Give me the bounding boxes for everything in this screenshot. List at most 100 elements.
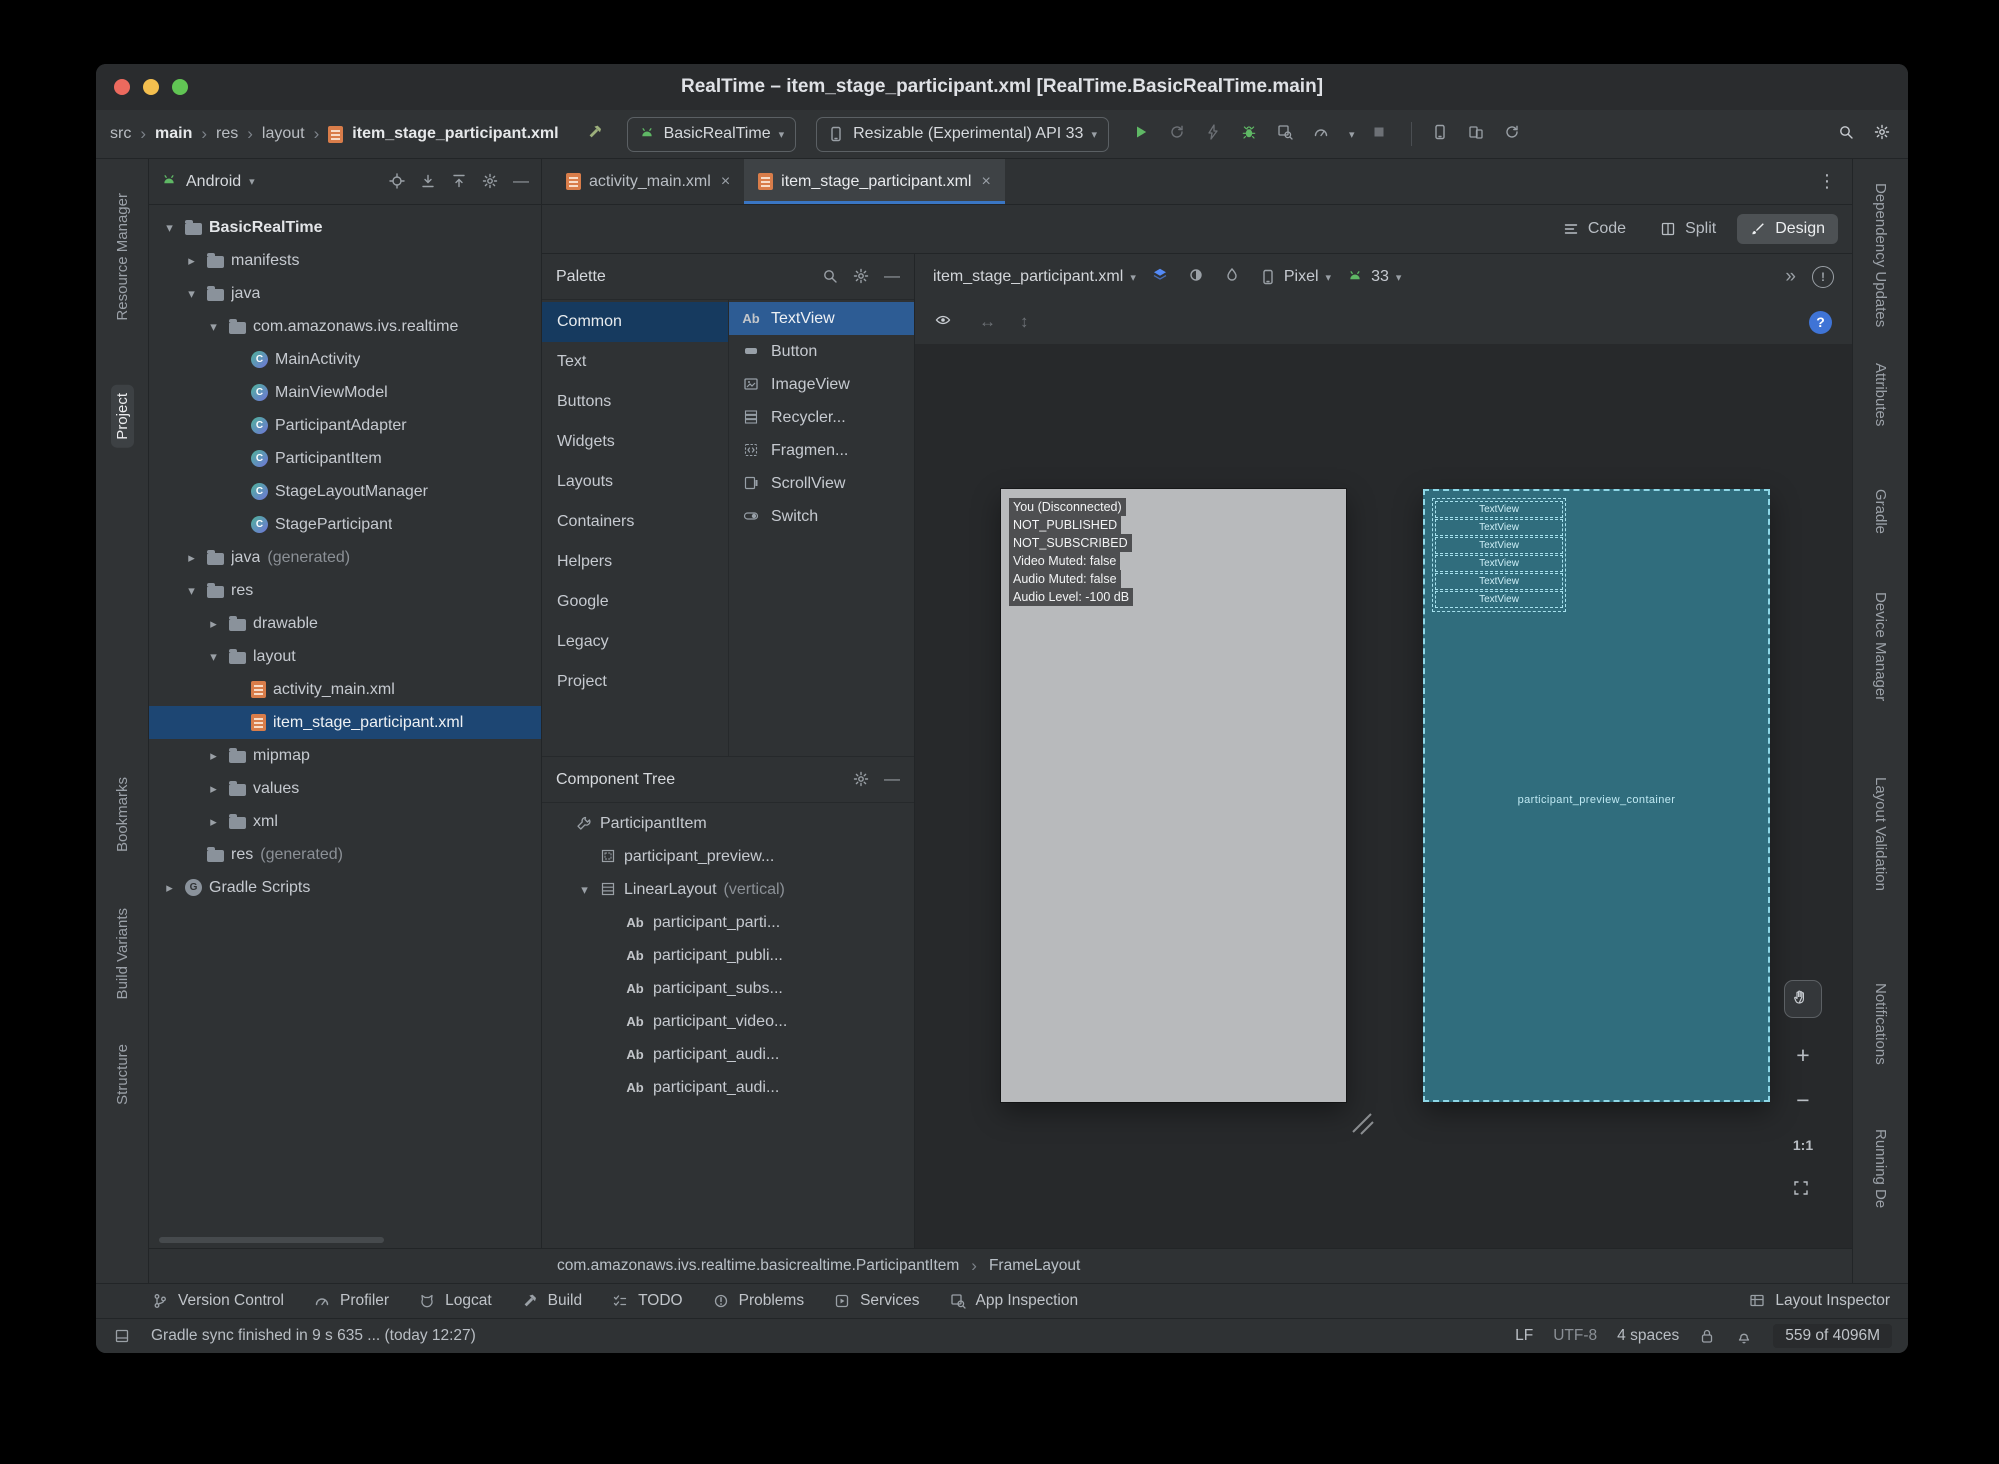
tree-item[interactable]: ▾ BasicRealTime xyxy=(149,211,541,244)
tree-item[interactable]: res (generated) xyxy=(149,838,541,871)
component-tree-item[interactable]: participant_video... xyxy=(542,1005,914,1038)
palette-category-layouts[interactable]: Layouts xyxy=(542,462,728,502)
run-configuration-dropdown[interactable]: BasicRealTime ▾ xyxy=(626,116,797,152)
palette-item-fragment[interactable]: Fragmen... xyxy=(729,434,914,467)
theme-icon[interactable] xyxy=(1224,267,1244,287)
toolwindow-todo[interactable]: TODO xyxy=(612,1292,683,1310)
close-window-button[interactable] xyxy=(114,79,130,95)
zoom-to-fit-button[interactable] xyxy=(1785,1172,1821,1208)
breadcrumb-layout[interactable]: layout xyxy=(262,125,305,143)
chevron-down-icon[interactable]: ▾ xyxy=(1349,128,1355,141)
sync-gradle-icon[interactable] xyxy=(1504,124,1524,144)
toolwindow-services[interactable]: Services xyxy=(834,1292,920,1310)
line-ending-indicator[interactable]: LF xyxy=(1515,1327,1533,1345)
palette-category-helpers[interactable]: Helpers xyxy=(542,542,728,582)
palette-category-common[interactable]: Common xyxy=(542,302,728,342)
toolwindow-problems[interactable]: Problems xyxy=(713,1292,804,1310)
zoom-window-button[interactable] xyxy=(172,79,188,95)
tree-item[interactable]: ▸ java (generated) xyxy=(149,541,541,574)
build-hammer-icon[interactable] xyxy=(587,124,607,144)
device-for-preview-dropdown[interactable]: Pixel ▾ xyxy=(1260,268,1331,286)
chevron-down-icon[interactable]: ▾ xyxy=(205,319,222,335)
view-options-eye-icon[interactable] xyxy=(935,312,955,332)
panel-options-gear-icon[interactable] xyxy=(482,173,499,190)
toolwindow-dependency-updates[interactable]: Dependency Updates xyxy=(1872,183,1889,327)
chevron-right-icon[interactable]: ▸ xyxy=(205,616,222,632)
toolwindow-resource-manager[interactable]: Resource Manager xyxy=(114,193,131,321)
mode-design-button[interactable]: Design xyxy=(1737,214,1838,244)
chevron-right-icon[interactable]: ▸ xyxy=(205,748,222,764)
restart-activity-icon[interactable] xyxy=(1169,124,1189,144)
toolwindow-build-variants[interactable]: Build Variants xyxy=(114,908,131,999)
tree-item[interactable]: ▸ values xyxy=(149,772,541,805)
attach-debugger-icon[interactable] xyxy=(1277,124,1297,144)
component-tree-item[interactable]: participant_parti... xyxy=(542,906,914,939)
toolwindow-gradle[interactable]: Gradle xyxy=(1872,489,1889,534)
toolwindow-bookmarks[interactable]: Bookmarks xyxy=(114,777,131,852)
breadcrumb-main[interactable]: main xyxy=(155,125,192,143)
apply-changes-icon[interactable] xyxy=(1205,124,1225,144)
surface-layers-icon[interactable] xyxy=(1152,267,1172,287)
encoding-indicator[interactable]: UTF-8 xyxy=(1553,1327,1597,1345)
palette-category-widgets[interactable]: Widgets xyxy=(542,422,728,462)
debug-icon[interactable] xyxy=(1241,124,1261,144)
palette-category-project[interactable]: Project xyxy=(542,662,728,702)
mode-split-button[interactable]: Split xyxy=(1647,214,1729,244)
toolwindow-app-inspection[interactable]: App Inspection xyxy=(950,1292,1078,1310)
component-tree-item[interactable]: participant_publi... xyxy=(542,939,914,972)
chevron-right-icon[interactable]: ▸ xyxy=(183,253,200,269)
tree-item[interactable]: ▸ drawable xyxy=(149,607,541,640)
chevron-right-icon[interactable]: ▸ xyxy=(205,814,222,830)
lock-icon[interactable] xyxy=(1699,1328,1716,1345)
tree-item[interactable]: StageParticipant xyxy=(149,508,541,541)
tree-item[interactable]: ▸ mipmap xyxy=(149,739,541,772)
palette-item-imageview[interactable]: ImageView xyxy=(729,368,914,401)
tree-item[interactable]: StageLayoutManager xyxy=(149,475,541,508)
chevron-down-icon[interactable]: ▾ xyxy=(205,649,222,665)
component-tree-item[interactable]: participant_audi... xyxy=(542,1038,914,1071)
zoom-in-button[interactable]: + xyxy=(1785,1037,1821,1073)
palette-item-textview[interactable]: TextView xyxy=(729,302,914,335)
zoom-out-button[interactable]: − xyxy=(1785,1082,1821,1118)
hide-panel-icon[interactable]: — xyxy=(513,173,529,191)
collapse-all-icon[interactable] xyxy=(451,173,468,190)
toolwindow-layout-validation[interactable]: Layout Validation xyxy=(1872,777,1889,891)
tree-item[interactable]: ParticipantItem xyxy=(149,442,541,475)
issues-badge-icon[interactable]: ! xyxy=(1812,266,1834,288)
palette-item-button[interactable]: Button xyxy=(729,335,914,368)
device-manager-icon[interactable] xyxy=(1432,124,1452,144)
breadcrumb-res[interactable]: res xyxy=(216,125,238,143)
run-button[interactable] xyxy=(1133,124,1153,144)
title-bar[interactable]: RealTime – item_stage_participant.xml [R… xyxy=(96,64,1908,110)
locate-file-icon[interactable] xyxy=(389,173,406,190)
project-view-selector[interactable]: Android xyxy=(186,173,241,191)
help-icon[interactable]: ? xyxy=(1809,310,1832,334)
blueprint-preview-screen[interactable]: TextView TextView TextView TextView Text… xyxy=(1423,489,1770,1102)
horizontal-scrollbar[interactable] xyxy=(159,1237,384,1243)
device-dropdown[interactable]: Resizable (Experimental) API 33 ▾ xyxy=(816,116,1109,152)
blueprint-textview[interactable]: TextView xyxy=(1435,537,1563,554)
more-tabs-icon[interactable]: ⋮ xyxy=(1802,159,1852,204)
vertical-constraint-icon[interactable]: ↕ xyxy=(1020,312,1029,332)
profiler-icon[interactable] xyxy=(1313,124,1333,144)
palette-category-containers[interactable]: Containers xyxy=(542,502,728,542)
palette-category-legacy[interactable]: Legacy xyxy=(542,622,728,662)
toolwindow-build[interactable]: Build xyxy=(522,1292,582,1310)
toolwindow-toggle-icon[interactable] xyxy=(114,1328,131,1345)
search-everywhere-icon[interactable] xyxy=(1838,124,1858,144)
tree-item-selected[interactable]: item_stage_participant.xml xyxy=(149,706,541,739)
chevron-down-icon[interactable]: ▾ xyxy=(249,175,255,188)
expand-all-icon[interactable] xyxy=(420,173,437,190)
tree-item[interactable]: ParticipantAdapter xyxy=(149,409,541,442)
tree-item[interactable]: ▾ layout xyxy=(149,640,541,673)
toolwindow-notifications[interactable]: Notifications xyxy=(1872,983,1889,1065)
horizontal-constraint-icon[interactable]: ↔ xyxy=(979,312,996,332)
tab-activity-main[interactable]: activity_main.xml × xyxy=(552,159,744,204)
tree-item[interactable]: ▸ Gradle Scripts xyxy=(149,871,541,904)
toolwindow-structure[interactable]: Structure xyxy=(114,1044,131,1105)
stop-button[interactable] xyxy=(1371,124,1391,144)
palette-category-google[interactable]: Google xyxy=(542,582,728,622)
toolwindow-attributes[interactable]: Attributes xyxy=(1872,363,1889,426)
chevron-right-icon[interactable]: ▸ xyxy=(183,550,200,566)
notifications-bell-icon[interactable] xyxy=(1736,1328,1753,1345)
